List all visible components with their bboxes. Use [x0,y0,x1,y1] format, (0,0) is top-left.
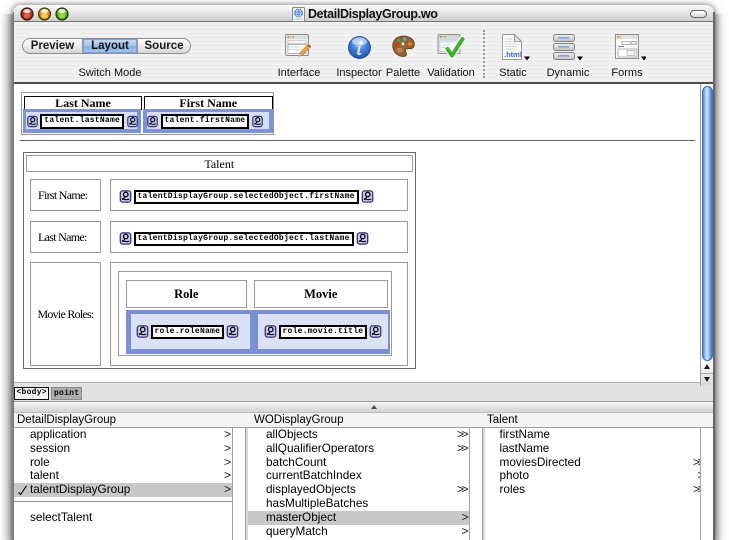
svg-text:.html: .html [504,50,522,59]
